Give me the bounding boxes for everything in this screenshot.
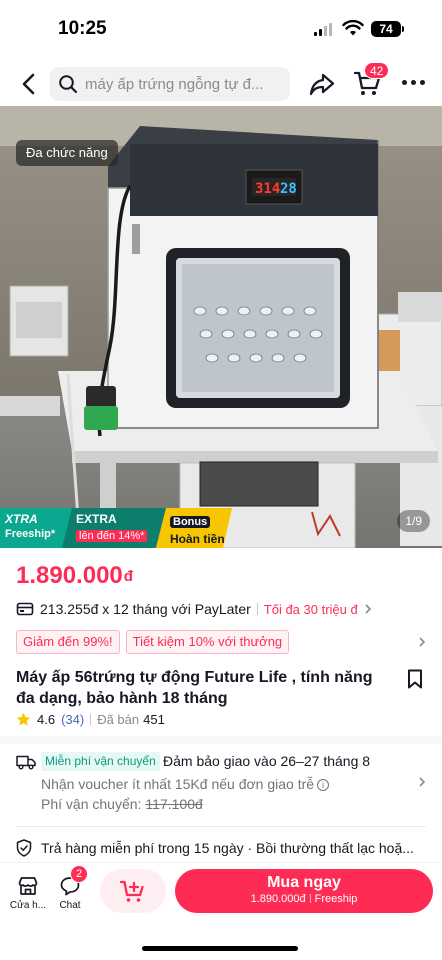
truck-icon (16, 755, 36, 770)
divider (90, 713, 92, 725)
divider (256, 603, 258, 615)
product-image: 314 28 (0, 106, 442, 548)
chevron-right-icon[interactable] (416, 636, 428, 648)
shield-check-icon (16, 839, 32, 857)
price-value: 1.890.000 (16, 562, 123, 589)
bookmark-icon[interactable] (405, 668, 425, 690)
info-icon[interactable]: i (317, 779, 330, 791)
divider (16, 826, 426, 827)
xtra-freeship-badge: XTRA Freeship* (0, 508, 72, 548)
paylater-icon (16, 602, 34, 616)
cellular-signal-icon (314, 23, 332, 36)
return-policy-text: Trả hàng miễn phí trong 15 ngày · Bồi th… (41, 840, 414, 856)
extra-discount-badge: EXTRA lên đến 14%* (62, 508, 166, 548)
product-price: 1.890.000đ (16, 562, 133, 590)
wifi-icon (342, 19, 364, 36)
battery-nub (402, 26, 404, 32)
shop-button[interactable]: Cửa h... (8, 875, 48, 911)
search-input[interactable]: máy ấp trứng ngỗng tự đ... (50, 67, 290, 101)
buy-now-subtext: 1.890.000đ Freeship (175, 893, 433, 905)
free-shipping-badge: Miễn phí vận chuyển (41, 752, 160, 771)
xtra-title: XTRA (5, 512, 38, 526)
more-icon[interactable] (402, 80, 425, 85)
add-to-cart-button[interactable] (100, 869, 166, 913)
star-icon (16, 712, 31, 726)
section-divider (0, 736, 442, 744)
product-title: Máy ấp 56trứng tự động Future Life , tín… (16, 669, 373, 707)
home-indicator (142, 946, 298, 951)
buy-now-label: Mua ngay (267, 874, 341, 891)
product-image-carousel[interactable]: 314 28 Đa chức năng 1/9 XTRA Freeship* E… (0, 106, 442, 548)
battery-icon: 74 (371, 21, 401, 37)
extra-subtitle: lên đến 14%* (76, 530, 148, 542)
voucher-text: Nhận voucher ít nhất 15Kđ nếu đơn giao t… (41, 776, 315, 792)
paylater-text: 213.255đ x 12 tháng với PayLater (40, 601, 251, 617)
coupon-chip[interactable]: Tiết kiệm 10% với thưởng (125, 630, 290, 654)
paylater-row[interactable]: 213.255đ x 12 tháng với PayLater Tối đa … (16, 598, 374, 620)
status-time: 10:25 (58, 18, 107, 39)
share-icon[interactable] (308, 70, 336, 98)
status-bar: 10:25 74 (0, 0, 442, 58)
display-left-readout: 314 (255, 181, 280, 197)
xtra-subtitle: Freeship* (5, 528, 56, 540)
extra-title: EXTRA (76, 512, 117, 526)
chat-count-badge: 2 (70, 865, 88, 883)
bonus-cashback-badge: Bonus Hoàn tiền (156, 508, 232, 548)
price-currency: đ (123, 568, 133, 585)
cart-count-badge: 42 (364, 62, 390, 79)
shop-label: Cửa h... (9, 900, 47, 911)
paylater-max: Tối đa 30 triệu đ (263, 601, 358, 617)
buy-now-price: 1.890.000đ (250, 893, 306, 905)
delivery-date: Đảm bảo giao vào 26–27 tháng 8 (163, 753, 371, 769)
bonus-title: Bonus (170, 516, 211, 528)
display-right-readout: 28 (280, 181, 297, 197)
shipping-fee: Phí vận chuyển: 117.100đ (41, 796, 203, 812)
rating-value: 4.6 (37, 711, 56, 727)
promo-strip: XTRA Freeship* EXTRA lên đến 14%* Bonus … (0, 508, 232, 548)
late-delivery-voucher: Nhận voucher ít nhất 15Kđ nếu đơn giao t… (41, 776, 330, 792)
back-icon[interactable] (16, 70, 44, 98)
buy-now-button[interactable]: Mua ngay 1.890.000đ Freeship (175, 869, 433, 913)
chevron-right-icon (365, 604, 371, 614)
search-placeholder: máy ấp trứng ngỗng tự đ... (85, 76, 264, 93)
coupon-row[interactable]: Giảm đến 99%! Tiết kiệm 10% với thưởng (16, 630, 290, 654)
chevron-right-icon (419, 777, 426, 787)
review-count[interactable]: (34) (61, 712, 84, 727)
search-icon (59, 75, 78, 94)
shop-icon (18, 877, 38, 895)
coupon-chip[interactable]: Giảm đến 99%! (16, 630, 120, 654)
image-counter: 1/9 (397, 510, 430, 532)
feature-tag: Đa chức năng (16, 140, 118, 166)
shipping-section[interactable]: Miễn phí vận chuyển Đảm bảo giao vào 26–… (0, 752, 442, 818)
return-policy-row[interactable]: Trả hàng miễn phí trong 15 ngày · Bồi th… (16, 838, 426, 858)
sold-label: Đã bán (97, 711, 140, 727)
add-to-cart-icon (119, 880, 144, 902)
chat-label: Chat (59, 900, 81, 911)
bonus-subtitle: Hoàn tiền (170, 532, 225, 546)
sold-count: 451 (143, 711, 165, 727)
shipping-fee-old: 117.100đ (145, 796, 203, 812)
buy-now-freeship: Freeship (314, 893, 358, 905)
shipping-fee-label: Phí vận chuyển: (41, 796, 142, 812)
rating-row[interactable]: 4.6 (34) Đã bán 451 (16, 710, 165, 728)
top-nav: máy ấp trứng ngỗng tự đ... 42 (0, 62, 442, 106)
